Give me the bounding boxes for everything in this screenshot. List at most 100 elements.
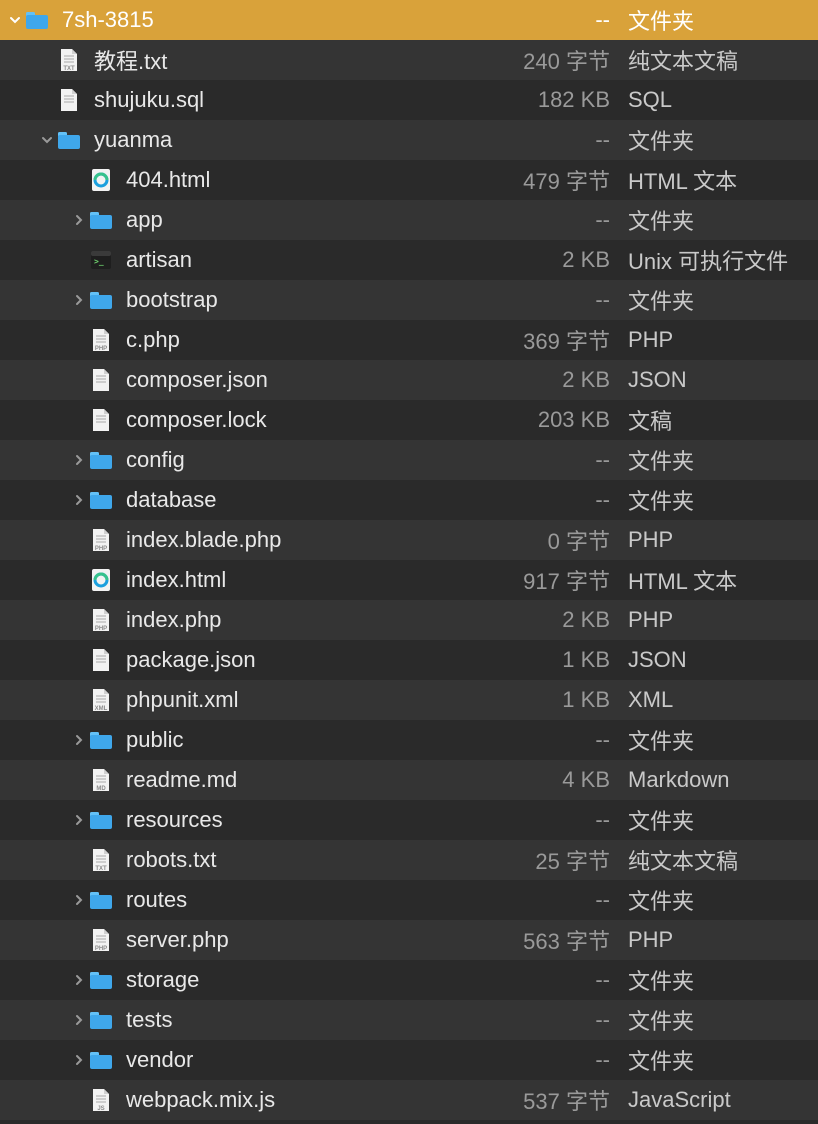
file-list[interactable]: 7sh-3815--文件夹TXT教程.txt240 字节纯文本文稿shujuku… [0, 0, 818, 1120]
chevron-right-icon[interactable] [70, 894, 88, 906]
file-row[interactable]: 404.html479 字节HTML 文本 [0, 160, 818, 200]
file-kind: 文稿 [628, 404, 818, 436]
chevron-down-icon[interactable] [38, 134, 56, 146]
file-row[interactable]: PHPc.php369 字节PHP [0, 320, 818, 360]
file-row[interactable]: 7sh-3815--文件夹 [0, 0, 818, 40]
file-row[interactable]: JSwebpack.mix.js537 字节JavaScript [0, 1080, 818, 1120]
file-name[interactable]: yuanma [94, 127, 488, 153]
chevron-right-icon[interactable] [70, 974, 88, 986]
file-row[interactable]: PHPindex.php2 KBPHP [0, 600, 818, 640]
file-name[interactable]: 404.html [126, 167, 488, 193]
file-row[interactable]: storage--文件夹 [0, 960, 818, 1000]
file-size: 2 KB [488, 247, 628, 273]
file-size: 240 字节 [488, 44, 628, 76]
file-name[interactable]: c.php [126, 327, 488, 353]
file-row[interactable]: PHPindex.blade.php0 字节PHP [0, 520, 818, 560]
file-name[interactable]: 7sh-3815 [62, 7, 488, 33]
file-name[interactable]: config [126, 447, 488, 473]
file-kind: PHP [628, 927, 818, 953]
file-row[interactable]: resources--文件夹 [0, 800, 818, 840]
file-row[interactable]: TXTrobots.txt25 字节纯文本文稿 [0, 840, 818, 880]
file-name[interactable]: routes [126, 887, 488, 913]
folder-icon [88, 967, 114, 993]
chevron-right-icon[interactable] [70, 214, 88, 226]
file-name[interactable]: public [126, 727, 488, 753]
file-name[interactable]: storage [126, 967, 488, 993]
chevron-right-icon[interactable] [70, 1054, 88, 1066]
file-size: 25 字节 [488, 844, 628, 876]
file-kind: PHP [628, 607, 818, 633]
file-row[interactable]: app--文件夹 [0, 200, 818, 240]
file-row[interactable]: vendor--文件夹 [0, 1040, 818, 1080]
file-size: 2 KB [488, 367, 628, 393]
file-row[interactable]: index.html917 字节HTML 文本 [0, 560, 818, 600]
chevron-right-icon[interactable] [70, 454, 88, 466]
txt-file-icon: TXT [56, 47, 82, 73]
file-name[interactable]: readme.md [126, 767, 488, 793]
file-name[interactable]: phpunit.xml [126, 687, 488, 713]
php-file-icon: PHP [88, 927, 114, 953]
file-name[interactable]: shujuku.sql [94, 87, 488, 113]
chevron-right-icon[interactable] [70, 294, 88, 306]
file-kind: HTML 文本 [628, 564, 818, 596]
file-row[interactable]: TXT教程.txt240 字节纯文本文稿 [0, 40, 818, 80]
folder-icon [88, 727, 114, 753]
chevron-right-icon[interactable] [70, 814, 88, 826]
folder-icon [88, 447, 114, 473]
file-name[interactable]: bootstrap [126, 287, 488, 313]
file-row[interactable]: database--文件夹 [0, 480, 818, 520]
file-size: 182 KB [488, 87, 628, 113]
file-name[interactable]: database [126, 487, 488, 513]
file-kind: 文件夹 [628, 444, 818, 476]
file-row[interactable]: >_artisan2 KBUnix 可执行文件 [0, 240, 818, 280]
file-name[interactable]: server.php [126, 927, 488, 953]
file-name[interactable]: vendor [126, 1047, 488, 1073]
file-name[interactable]: webpack.mix.js [126, 1087, 488, 1113]
file-size: -- [488, 7, 628, 33]
file-name[interactable]: index.html [126, 567, 488, 593]
svg-text:PHP: PHP [95, 546, 107, 552]
file-size: 2 KB [488, 607, 628, 633]
file-name[interactable]: artisan [126, 247, 488, 273]
file-row[interactable]: tests--文件夹 [0, 1000, 818, 1040]
file-name[interactable]: composer.json [126, 367, 488, 393]
file-row[interactable]: config--文件夹 [0, 440, 818, 480]
file-size: -- [488, 1007, 628, 1033]
file-name[interactable]: tests [126, 1007, 488, 1033]
file-size: -- [488, 1047, 628, 1073]
file-name[interactable]: 教程.txt [94, 44, 488, 76]
file-row[interactable]: shujuku.sql182 KBSQL [0, 80, 818, 120]
file-row[interactable]: package.json1 KBJSON [0, 640, 818, 680]
file-row[interactable]: routes--文件夹 [0, 880, 818, 920]
js-file-icon: JS [88, 1087, 114, 1113]
file-name[interactable]: index.blade.php [126, 527, 488, 553]
chevron-right-icon[interactable] [70, 1014, 88, 1026]
file-name[interactable]: package.json [126, 647, 488, 673]
file-name[interactable]: app [126, 207, 488, 233]
php-file-icon: PHP [88, 607, 114, 633]
file-kind: HTML 文本 [628, 164, 818, 196]
svg-text:JS: JS [97, 1106, 104, 1112]
file-name[interactable]: index.php [126, 607, 488, 633]
file-name[interactable]: composer.lock [126, 407, 488, 433]
file-size: -- [488, 447, 628, 473]
php-file-icon: PHP [88, 327, 114, 353]
file-kind: XML [628, 687, 818, 713]
file-row[interactable]: public--文件夹 [0, 720, 818, 760]
file-row[interactable]: XMLphpunit.xml1 KBXML [0, 680, 818, 720]
file-row[interactable]: composer.json2 KBJSON [0, 360, 818, 400]
file-row[interactable]: MDreadme.md4 KBMarkdown [0, 760, 818, 800]
file-row[interactable]: PHPserver.php563 字节PHP [0, 920, 818, 960]
chevron-right-icon[interactable] [70, 734, 88, 746]
svg-text:>_: >_ [94, 257, 104, 266]
folder-icon [24, 7, 50, 33]
file-name[interactable]: robots.txt [126, 847, 488, 873]
file-size: 0 字节 [488, 524, 628, 556]
file-row[interactable]: bootstrap--文件夹 [0, 280, 818, 320]
file-size: 4 KB [488, 767, 628, 793]
file-row[interactable]: yuanma--文件夹 [0, 120, 818, 160]
file-name[interactable]: resources [126, 807, 488, 833]
chevron-down-icon[interactable] [6, 14, 24, 26]
chevron-right-icon[interactable] [70, 494, 88, 506]
file-row[interactable]: composer.lock203 KB文稿 [0, 400, 818, 440]
